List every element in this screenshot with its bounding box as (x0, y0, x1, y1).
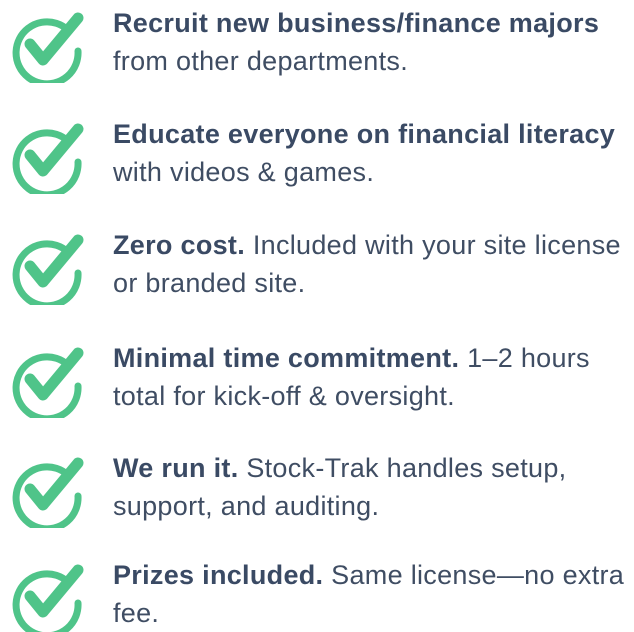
benefit-bold-text: Prizes included. (113, 560, 324, 590)
benefit-text: Minimal time commitment. 1–2 hours total… (113, 339, 628, 415)
list-item: Zero cost. Included with your site licen… (0, 230, 634, 330)
benefit-detail-text: with videos & games. (113, 157, 375, 187)
benefit-text: We run it. Stock-Trak handles setup, sup… (113, 449, 628, 525)
list-item: Recruit new business/finance majors from… (0, 8, 634, 108)
benefit-bold-text: Recruit new business/finance majors (113, 8, 600, 38)
check-circle-icon (12, 347, 84, 418)
benefit-bold-text: We run it. (113, 453, 239, 483)
benefit-bold-text: Zero cost. (113, 230, 246, 260)
benefit-bold-text: Minimal time commitment. (113, 343, 460, 373)
check-circle-icon (12, 12, 84, 83)
list-item: We run it. Stock-Trak handles setup, sup… (0, 453, 634, 553)
check-circle-icon (12, 457, 84, 528)
benefit-text: Zero cost. Included with your site licen… (113, 226, 628, 302)
list-item: Minimal time commitment. 1–2 hours total… (0, 343, 634, 443)
check-circle-icon (12, 234, 84, 305)
check-circle-icon (12, 123, 84, 194)
benefits-list: Recruit new business/finance majors from… (0, 0, 634, 632)
list-item: Prizes included. Same license—no extra f… (0, 560, 634, 632)
check-circle-icon (12, 564, 84, 632)
list-item: Educate everyone on financial literacy w… (0, 119, 634, 219)
benefit-bold-text: Educate everyone on financial literacy (113, 119, 616, 149)
benefit-text: Recruit new business/finance majors from… (113, 4, 628, 80)
benefit-text: Prizes included. Same license—no extra f… (113, 556, 628, 632)
benefit-text: Educate everyone on financial literacy w… (113, 115, 628, 191)
benefit-detail-text: from other departments. (113, 46, 409, 76)
